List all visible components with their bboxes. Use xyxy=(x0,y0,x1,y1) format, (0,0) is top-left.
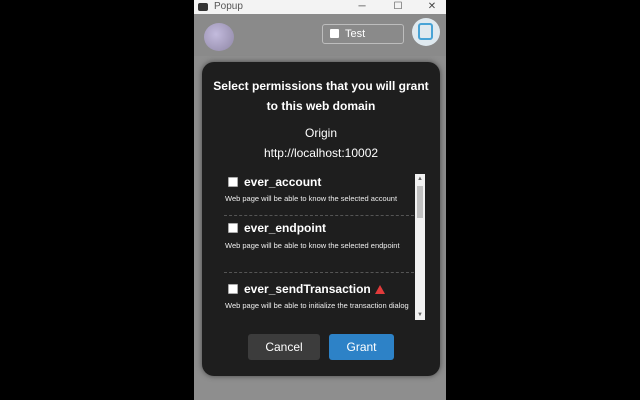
network-label: Test xyxy=(345,28,366,40)
maximize-button[interactable]: ☐ xyxy=(386,0,410,14)
close-button[interactable]: ✕ xyxy=(420,0,444,14)
minimize-button[interactable]: ─ xyxy=(350,0,374,14)
network-selector-button[interactable]: Test xyxy=(322,24,404,44)
permissions-list[interactable]: ever_account Web page will be able to kn… xyxy=(224,174,428,320)
scrollbar-thumb[interactable] xyxy=(417,186,423,218)
network-icon xyxy=(330,29,339,38)
permission-name: ever_account xyxy=(244,175,322,189)
permission-checkbox-ever-sendtransaction[interactable] xyxy=(228,284,238,294)
app-header: Test xyxy=(194,14,446,56)
account-icon-glyph xyxy=(418,23,433,40)
permission-checkbox-ever-endpoint[interactable] xyxy=(228,223,238,233)
permission-name: ever_sendTransaction xyxy=(244,282,371,296)
dialog-title: Select permissions that you will grant t… xyxy=(213,79,429,113)
origin-url: http://localhost:10002 xyxy=(263,146,379,160)
cancel-button[interactable]: Cancel xyxy=(248,334,320,360)
permission-name: ever_endpoint xyxy=(244,221,327,235)
permission-name-row: ever_sendTransaction xyxy=(244,282,385,296)
window-titlebar: Popup ─ ☐ ✕ xyxy=(194,0,446,14)
warning-icon xyxy=(374,285,385,294)
origin-label: Origin xyxy=(304,126,337,140)
app-icon xyxy=(198,3,208,11)
permissions-dialog: Select permissions that you will grant t… xyxy=(202,62,440,376)
permission-item-ever-account: ever_account Web page will be able to kn… xyxy=(224,174,414,214)
account-icon[interactable] xyxy=(412,18,440,46)
scroll-down-arrow-icon[interactable]: ▼ xyxy=(415,310,425,320)
window-title: Popup xyxy=(214,1,243,12)
permission-item-ever-endpoint: ever_endpoint Web page will be able to k… xyxy=(224,215,414,272)
permission-description: Web page will be able to initialize the … xyxy=(225,301,409,310)
scroll-up-arrow-icon[interactable]: ▲ xyxy=(415,174,425,184)
grant-button[interactable]: Grant xyxy=(329,334,394,360)
permission-description: Web page will be able to know the select… xyxy=(225,241,400,250)
permissions-scrollbar[interactable]: ▲ ▼ xyxy=(415,174,425,320)
permission-checkbox-ever-account[interactable] xyxy=(228,177,238,187)
avatar-icon[interactable] xyxy=(204,23,234,51)
permission-item-ever-sendtransaction: ever_sendTransaction Web page will be ab… xyxy=(224,272,414,320)
permission-description: Web page will be able to know the select… xyxy=(225,194,398,203)
